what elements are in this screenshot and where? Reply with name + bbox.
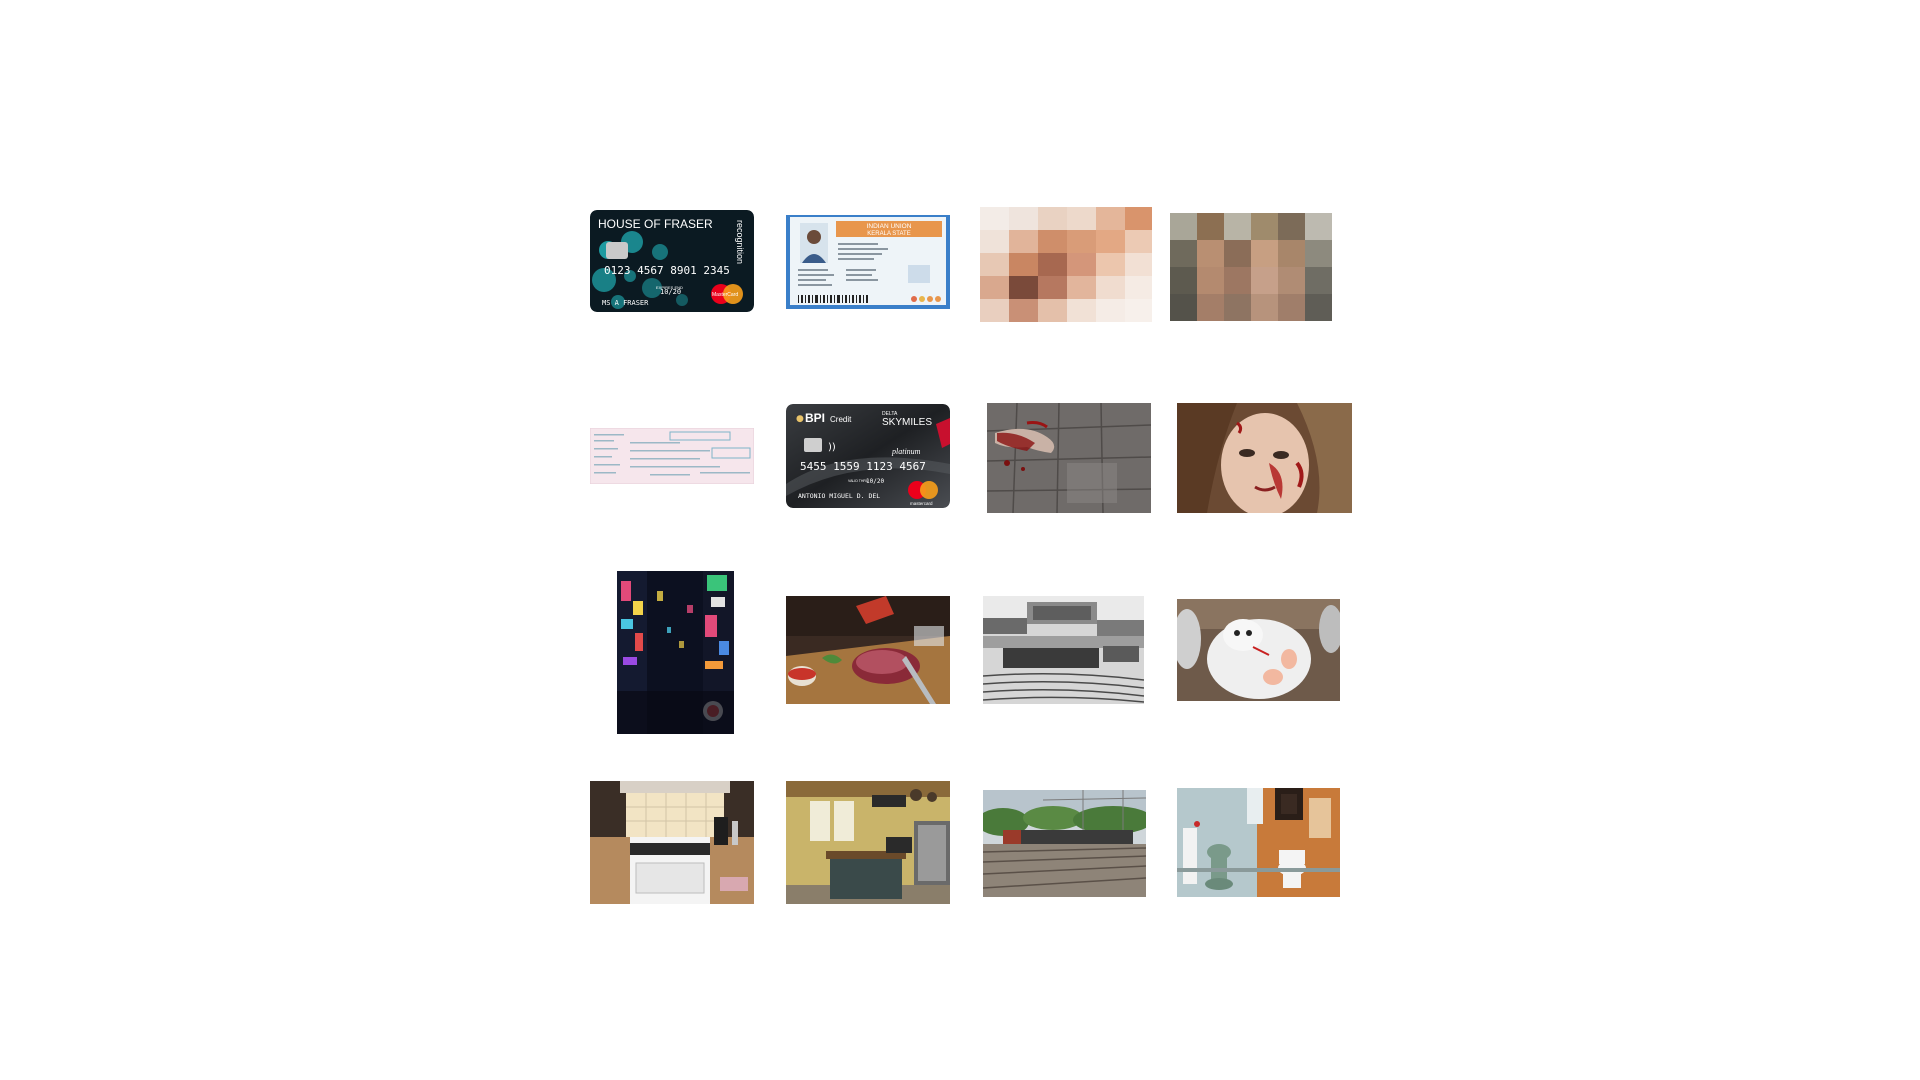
card-tier: recognition xyxy=(735,220,745,264)
photo-graphic xyxy=(987,403,1151,513)
hologram-icon xyxy=(908,265,930,283)
card-brand: HOUSE OF FRASER xyxy=(598,217,713,231)
card-holder: MS A FRASER xyxy=(602,299,649,307)
image-credit-card-bpi-skymiles[interactable]: ● BPI Credit DELTA SKYMILES platinum )) … xyxy=(786,404,950,508)
card-number: 5455 1559 1123 4567 xyxy=(800,460,926,473)
id-card-line1: INDIAN UNION xyxy=(867,223,912,230)
image-freight-train-tracks[interactable] xyxy=(983,790,1146,897)
image-small-bathroom[interactable] xyxy=(1177,788,1340,897)
photo-graphic xyxy=(1177,403,1352,513)
image-pixelated-censored-2[interactable] xyxy=(1170,213,1332,321)
card-expiry: 10/20 xyxy=(866,478,884,485)
image-neon-city-street-night[interactable] xyxy=(617,571,734,734)
credit-card-graphic: ● BPI Credit DELTA SKYMILES platinum )) … xyxy=(786,404,950,508)
id-card-graphic: INDIAN UNION KERALA STATE xyxy=(786,215,950,309)
card-holder: ANTONIO MIGUEL D. DEL xyxy=(798,492,880,500)
pixelated-image-graphic xyxy=(980,207,1152,322)
id-card-line2: KERALA STATE xyxy=(867,231,910,237)
bank-logo-icon: ● xyxy=(796,414,804,424)
photo-graphic xyxy=(617,571,734,734)
card-tier: platinum xyxy=(891,447,921,456)
image-kitchen-stove[interactable] xyxy=(590,781,754,904)
image-credit-card-house-of-fraser[interactable]: HOUSE OF FRASER recognition 0123 4567 89… xyxy=(590,210,754,312)
card-network: MasterCard xyxy=(712,292,738,298)
card-brand-suffix: Credit xyxy=(830,415,852,424)
photo-graphic xyxy=(786,781,950,904)
chip-icon xyxy=(606,242,628,259)
chip-icon xyxy=(804,438,822,452)
check-document-graphic xyxy=(590,428,754,484)
card-program: SKYMILES xyxy=(882,417,932,428)
image-bloodied-woman-face[interactable] xyxy=(1177,403,1352,513)
image-damaged-plush-toy[interactable] xyxy=(1177,599,1340,701)
photo-graphic xyxy=(1177,599,1340,701)
credit-card-graphic: HOUSE OF FRASER recognition 0123 4567 89… xyxy=(590,210,754,312)
image-id-card[interactable]: INDIAN UNION KERALA STATE xyxy=(786,215,950,309)
image-bloody-hand-on-floor[interactable] xyxy=(987,403,1151,513)
pixelated-image-graphic xyxy=(1170,213,1332,321)
photo-graphic xyxy=(983,790,1146,897)
image-pixelated-censored-1[interactable] xyxy=(980,207,1152,322)
image-kitchen-island[interactable] xyxy=(786,781,950,904)
photo-graphic xyxy=(983,596,1144,704)
image-historic-rail-yard-bw[interactable] xyxy=(983,596,1144,704)
card-network: mastercard xyxy=(910,501,933,506)
card-number: 0123 4567 8901 2345 xyxy=(604,264,730,277)
image-bank-check[interactable] xyxy=(590,428,754,484)
contactless-icon: )) xyxy=(828,442,836,453)
card-expiry: 10/20 xyxy=(660,288,681,296)
photo-graphic xyxy=(786,596,950,704)
card-brand: BPI xyxy=(805,411,825,425)
photo-graphic xyxy=(1177,788,1340,897)
image-meat-cutting-board[interactable] xyxy=(786,596,950,704)
photo-graphic xyxy=(590,781,754,904)
